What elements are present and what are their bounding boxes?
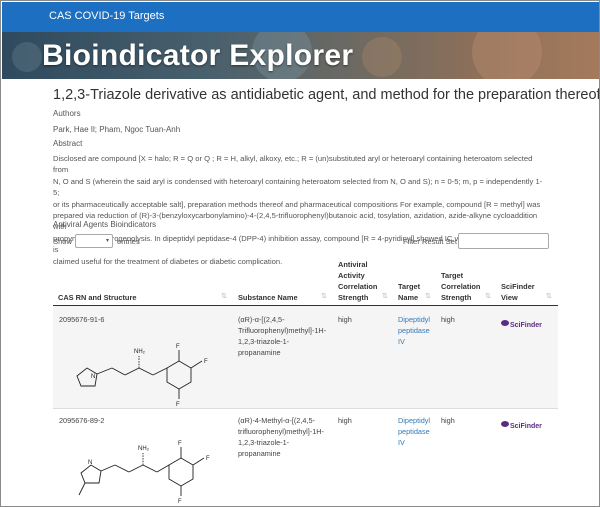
f-label: F — [178, 441, 182, 447]
authors-label: Authors — [53, 109, 81, 118]
abstract-line: Disclosed are compound [X = halo; R = Q … — [53, 154, 533, 175]
cas-rn: 2095676-91-6 — [59, 315, 105, 324]
f-label: F — [204, 359, 208, 365]
scifinder-label: SciFinder — [510, 322, 542, 329]
column-header-text: View — [501, 293, 518, 302]
column-header-text: Strength — [441, 293, 472, 302]
abstract-line: or its pharmaceutically acceptable salt]… — [53, 199, 541, 209]
top-navbar: CAS COVID-19 Targets — [2, 2, 599, 32]
target-name-link[interactable]: Dipeptidyl peptidase IV — [398, 314, 430, 347]
cas-rn: 2095676-89-2 — [59, 416, 105, 425]
target-name-line: peptidase — [398, 427, 430, 436]
chevron-down-icon: ▾ — [105, 238, 109, 244]
table-row: 2095676-91-6 NH₂ N F F F (αR)-α-[(2,4,5-… — [53, 306, 558, 408]
f-label: F — [178, 499, 182, 505]
scifinder-label: SciFinder — [510, 423, 542, 430]
table-section-title: Antiviral Agents Bioindicators — [53, 220, 157, 229]
target-name-line: Dipeptidyl — [398, 416, 431, 425]
filter-input[interactable] — [458, 233, 549, 249]
sort-icon[interactable]: ⇅ — [546, 292, 552, 300]
column-header-substance-name[interactable]: Substance Name — [238, 292, 298, 303]
column-header-activity-strength[interactable]: Antiviral Activity Correlation Strength — [338, 259, 377, 303]
substance-name-line: 1,2,3-triazole-1- — [238, 337, 290, 346]
scifinder-logo-icon — [501, 420, 509, 427]
substance-name-line: propanamine — [238, 348, 281, 357]
column-header-text: SciFinder — [501, 282, 535, 291]
column-header-text: Substance Name — [238, 293, 298, 302]
show-label: Show — [53, 237, 72, 246]
abstract-line: N, O and S (wherein the said aryl is con… — [53, 176, 543, 198]
substance-name-line: trifluorophenyl)methyl]-1H- — [238, 427, 324, 436]
target-name-line: IV — [398, 438, 405, 447]
page-frame: CAS COVID-19 Targets Bioindicator Explor… — [0, 0, 600, 507]
abstract-label: Abstract — [53, 139, 83, 148]
column-header-text: Activity — [338, 271, 365, 280]
filter-label: Filter Result Set — [403, 237, 458, 246]
column-header-text: Strength — [338, 293, 369, 302]
document-header: 1,2,3-Triazole derivative as antidiabeti… — [53, 87, 600, 103]
entries-select[interactable]: ▾ — [75, 234, 113, 248]
target-correlation-strength: high — [441, 416, 455, 425]
scifinder-link[interactable]: SciFinder — [501, 415, 553, 430]
column-header-text: CAS RN and Structure — [58, 293, 137, 302]
sort-icon[interactable]: ⇅ — [485, 292, 491, 300]
target-name-line: peptidase — [398, 326, 430, 335]
page-banner-title: Bioindicator Explorer — [42, 39, 354, 72]
scifinder-link[interactable]: SciFinder — [501, 314, 553, 329]
target-name-line: IV — [398, 337, 405, 346]
substance-name-line: propanamine — [238, 449, 281, 458]
sort-icon[interactable]: ⇅ — [321, 292, 327, 300]
entries-label: entries — [117, 237, 140, 246]
column-header-scifinder[interactable]: SciFinder View — [501, 281, 535, 303]
f-label: F — [206, 456, 210, 462]
sort-icon[interactable]: ⇅ — [382, 292, 388, 300]
substance-name: (αR)-4-Methyl-α-[(2,4,5- trifluorophenyl… — [238, 415, 324, 459]
sort-icon[interactable]: ⇅ — [425, 292, 431, 300]
column-header-text: Correlation — [441, 282, 481, 291]
substance-name-line: (αR)-α-[(2,4,5- — [238, 315, 285, 324]
hero-banner: Bioindicator Explorer — [2, 32, 599, 79]
column-header-target-strength[interactable]: Target Correlation Strength — [441, 270, 480, 303]
f-label: F — [176, 344, 180, 350]
virus-graphic — [362, 37, 402, 77]
sort-icon[interactable]: ⇅ — [221, 292, 227, 300]
column-header-text: Name — [398, 293, 419, 302]
nh2-label: NH₂ — [134, 349, 146, 355]
abstract-text: Disclosed are compound [X = halo; R = Q … — [53, 153, 548, 267]
site-title-link[interactable]: CAS COVID-19 Targets — [49, 10, 164, 22]
authors-value: Park, Hae Il; Pham, Ngoc Tuan-Anh — [53, 125, 181, 134]
virus-graphic — [472, 32, 542, 79]
column-header-text: Target — [398, 282, 421, 291]
column-header-target-name[interactable]: Target Name — [398, 281, 420, 303]
substance-name-line: 1,2,3-triazole-1- — [238, 438, 290, 447]
column-header-text: Correlation — [338, 282, 378, 291]
abstract-line: claimed useful for the treatment of diab… — [53, 256, 283, 266]
activity-strength: high — [338, 315, 352, 324]
substance-name-line: Trifluorophenyl)methyl]-1H- — [238, 326, 327, 335]
chemical-structure: NH₂ N F F F — [76, 344, 208, 408]
column-header-text: Target — [441, 271, 464, 280]
chemical-structure: NH₂ N F F F — [78, 441, 210, 505]
document-title: 1,2,3-Triazole derivative as antidiabeti… — [53, 87, 600, 103]
scifinder-logo-icon — [501, 319, 509, 326]
column-header-text: Antiviral — [338, 260, 368, 269]
target-name-line: Dipeptidyl — [398, 315, 431, 324]
nh2-label: NH₂ — [138, 446, 150, 452]
n-label: N — [91, 374, 95, 380]
column-header-cas-rn[interactable]: CAS RN and Structure — [58, 292, 136, 303]
table-row: 2095676-89-2 NH₂ N F F F (αR)-4-Methyl-α… — [53, 408, 558, 506]
activity-strength: high — [338, 416, 352, 425]
substance-name-line: (αR)-4-Methyl-α-[(2,4,5- — [238, 416, 315, 425]
target-correlation-strength: high — [441, 315, 455, 324]
virus-graphic — [12, 42, 42, 72]
n-label: N — [88, 460, 92, 466]
target-name-link[interactable]: Dipeptidyl peptidase IV — [398, 415, 430, 448]
substance-name: (αR)-α-[(2,4,5- Trifluorophenyl)methyl]-… — [238, 314, 326, 358]
